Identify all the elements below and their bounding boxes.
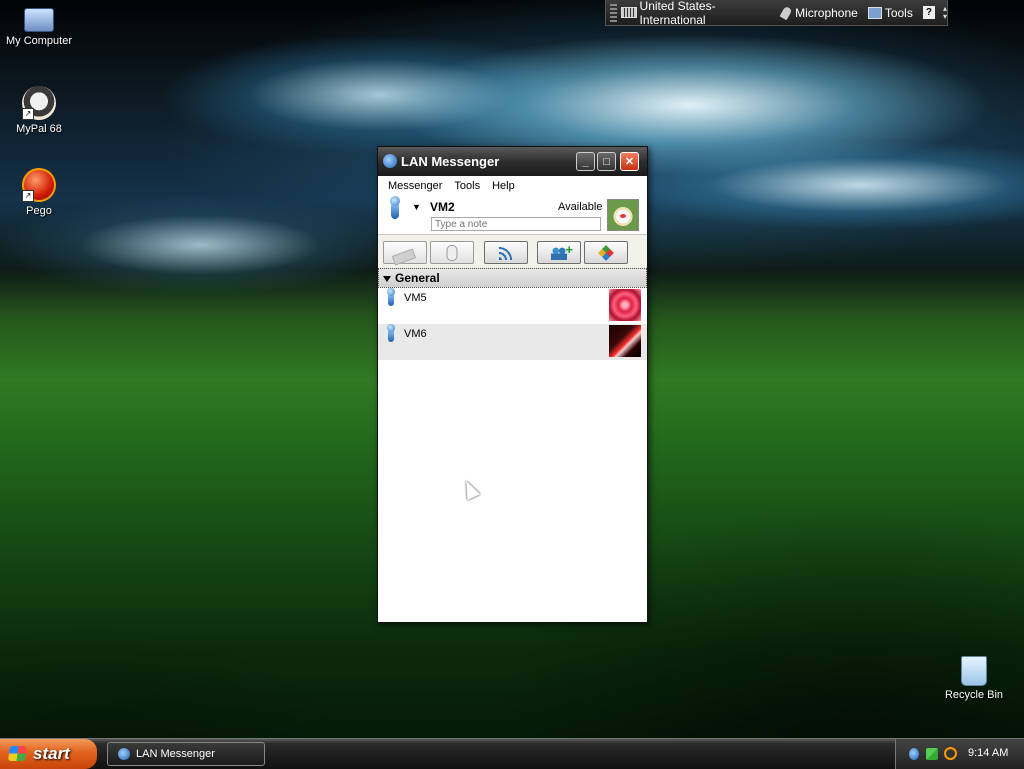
add-users-icon xyxy=(551,242,573,260)
start-label: start xyxy=(33,744,70,763)
chat-button[interactable] xyxy=(383,241,427,266)
help-button[interactable]: ? xyxy=(922,6,935,19)
recycle-bin-icon xyxy=(961,656,987,686)
menu-help[interactable]: Help xyxy=(486,180,521,192)
desktop-icon-label: My Computer xyxy=(5,35,73,47)
broadcast-button[interactable] xyxy=(484,241,528,264)
group-name: General xyxy=(395,271,440,285)
desktop-icon-my-computer[interactable]: My Computer xyxy=(0,4,78,47)
language-bar-grip[interactable] xyxy=(610,3,618,22)
taskbar-item-lan-messenger[interactable]: LAN Messenger xyxy=(107,742,265,766)
desktop-icon-label: Recycle Bin xyxy=(944,689,1004,701)
contact-item-vm6[interactable]: VM6 xyxy=(378,324,647,360)
lan-messenger-icon xyxy=(118,748,130,760)
language-bar-options-icon[interactable]: ▴ ▾ xyxy=(943,4,947,21)
contact-status-icon xyxy=(387,288,395,306)
title-bar[interactable]: LAN Messenger _ □ ✕ xyxy=(378,147,647,176)
collapse-triangle-icon xyxy=(383,275,391,282)
microphone-icon xyxy=(779,5,793,20)
tools-button[interactable]: Tools xyxy=(867,5,913,20)
my-computer-icon xyxy=(24,8,54,32)
taskbar: start LAN Messenger 9:14 AM xyxy=(0,738,1024,769)
group-header-general[interactable]: General xyxy=(378,268,647,288)
status-dropdown-icon[interactable]: ▼ xyxy=(412,202,421,212)
broadcast-icon xyxy=(499,245,513,260)
pego-icon: ↗ xyxy=(22,168,56,202)
language-label: United States-International xyxy=(639,0,716,27)
desktop-icon-label: MyPal 68 xyxy=(16,123,62,135)
close-button[interactable]: ✕ xyxy=(620,152,639,171)
contact-name: VM6 xyxy=(404,328,427,340)
mouse-icon xyxy=(446,244,458,261)
desktop-icon-recycle-bin[interactable]: Recycle Bin xyxy=(935,656,1013,701)
lan-messenger-tray-icon[interactable] xyxy=(909,748,919,760)
menu-tools[interactable]: Tools xyxy=(448,180,486,192)
microphone-label: Microphone xyxy=(795,5,858,20)
eraser-icon xyxy=(391,248,416,266)
add-contact-button[interactable] xyxy=(537,241,581,264)
menu-bar: Messenger Tools Help xyxy=(378,176,647,196)
send-file-button[interactable] xyxy=(430,241,474,264)
lan-messenger-window: LAN Messenger _ □ ✕ Messenger Tools Help… xyxy=(377,146,648,623)
note-input[interactable] xyxy=(431,217,601,231)
start-button[interactable]: start xyxy=(0,739,97,769)
user-avatar[interactable] xyxy=(607,199,639,231)
contact-list: General VM5 VM6 xyxy=(378,268,647,622)
contact-item-vm5[interactable]: VM5 xyxy=(378,288,647,324)
toolbar xyxy=(378,235,647,270)
clock[interactable]: 9:14 AM xyxy=(968,747,1008,759)
desktop-icon-mypal[interactable]: ↗ MyPal 68 xyxy=(0,86,78,135)
desktop-icon-pego[interactable]: ↗ Pego xyxy=(0,168,78,217)
menu-messenger[interactable]: Messenger xyxy=(382,180,448,192)
user-name: VM2 xyxy=(430,200,455,214)
microphone-button[interactable]: Microphone xyxy=(779,5,858,20)
maximize-button[interactable]: □ xyxy=(597,152,616,171)
tools-icon xyxy=(867,6,882,19)
cube-icon xyxy=(598,244,614,261)
search-tray-icon[interactable] xyxy=(944,747,957,760)
mypal-icon: ↗ xyxy=(22,86,56,120)
language-bar: United States-International Microphone T… xyxy=(605,0,948,27)
status-icon[interactable] xyxy=(390,196,400,219)
contact-avatar xyxy=(609,325,641,357)
network-tray-icon[interactable] xyxy=(926,748,938,760)
contact-avatar xyxy=(609,289,641,321)
refresh-button[interactable] xyxy=(584,241,628,264)
shortcut-arrow-icon: ↗ xyxy=(22,108,34,120)
lan-messenger-icon xyxy=(383,154,397,168)
language-button[interactable]: United States-International xyxy=(621,0,772,27)
tools-label: Tools xyxy=(884,5,913,20)
keyboard-icon xyxy=(621,7,637,18)
windows-logo-icon xyxy=(7,746,28,761)
status-label[interactable]: Available xyxy=(558,201,602,213)
system-tray: 9:14 AM xyxy=(895,739,1024,769)
window-title: LAN Messenger xyxy=(401,154,500,169)
desktop-icon-label: Pego xyxy=(26,205,52,217)
shortcut-arrow-icon: ↗ xyxy=(22,190,34,202)
taskbar-item-label: LAN Messenger xyxy=(136,748,215,760)
contact-status-icon xyxy=(387,324,395,342)
profile-panel: ▼ VM2 Available xyxy=(378,196,647,235)
minimize-button[interactable]: _ xyxy=(576,152,595,171)
contact-name: VM5 xyxy=(404,292,427,304)
